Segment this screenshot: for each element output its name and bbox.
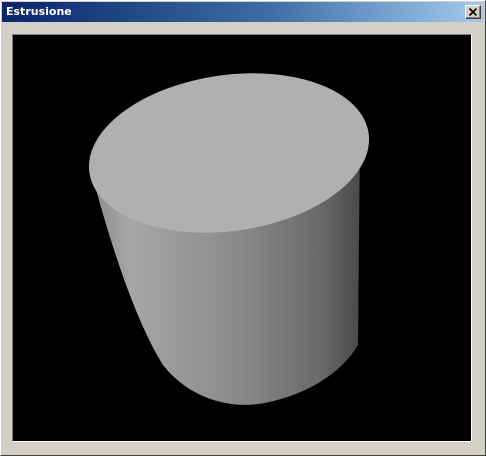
3d-viewport[interactable] [12,34,472,442]
window-title: Estrusione [6,5,72,18]
close-icon [468,7,478,17]
close-button[interactable] [465,5,481,19]
app-window: Estrusione [0,0,486,456]
title-bar[interactable]: Estrusione [2,2,484,22]
cylinder-render [88,73,370,405]
